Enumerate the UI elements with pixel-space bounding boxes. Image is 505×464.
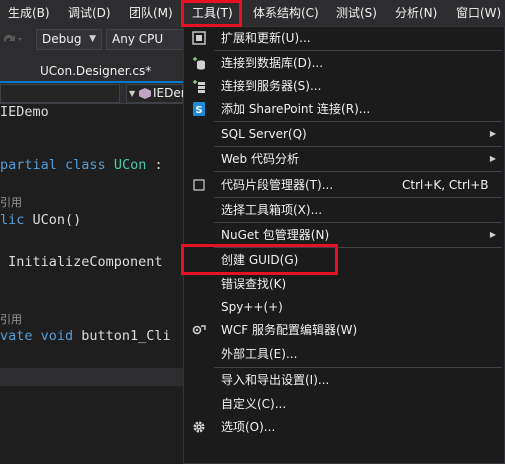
menu-item-external-tools[interactable]: 外部工具(E)... bbox=[184, 343, 504, 365]
menu-window[interactable]: 窗口(W) bbox=[456, 0, 501, 26]
menu-separator bbox=[214, 171, 502, 172]
menu-item-wcf-editor[interactable]: WCF 服务配置编辑器(W) bbox=[184, 319, 504, 341]
codelens-references[interactable]: 引用 bbox=[0, 311, 22, 327]
snippet-icon bbox=[192, 178, 206, 192]
menu-item-web-analysis[interactable]: Web 代码分析 ▶ bbox=[184, 148, 504, 170]
menu-item-label: Spy++(+) bbox=[221, 300, 283, 314]
menu-separator bbox=[214, 197, 502, 198]
method-icon bbox=[139, 88, 151, 99]
menu-item-connect-database[interactable]: 连接到数据库(D)... bbox=[184, 52, 504, 74]
submenu-arrow-icon: ▶ bbox=[489, 129, 496, 138]
menu-item-label: NuGet 包管理器(N) bbox=[221, 228, 330, 242]
menu-item-label: 选择工具箱项(X)... bbox=[221, 203, 323, 217]
menu-separator bbox=[214, 247, 502, 248]
menu-team[interactable]: 团队(M) bbox=[129, 0, 173, 26]
menu-item-error-lookup[interactable]: 错误查找(K) bbox=[184, 273, 504, 295]
menu-separator bbox=[214, 222, 502, 223]
extensions-icon bbox=[192, 31, 206, 45]
menu-item-label: 创建 GUID(G) bbox=[221, 253, 299, 267]
codelens-references[interactable]: 引用 bbox=[0, 194, 22, 210]
code-line-constructor: lic UCon() bbox=[0, 212, 81, 228]
menu-item-label: 选项(O)... bbox=[221, 420, 276, 434]
type-dropdown[interactable] bbox=[0, 84, 120, 103]
menu-item-label: 错误查找(K) bbox=[221, 277, 287, 291]
keyword: lic bbox=[0, 212, 25, 228]
menu-item-sql-server[interactable]: SQL Server(Q) ▶ bbox=[184, 123, 504, 145]
menu-tools[interactable]: 工具(T) bbox=[192, 0, 233, 26]
menu-item-create-guid[interactable]: 创建 GUID(G) bbox=[184, 249, 504, 271]
code-line-namespace: IEDemo bbox=[0, 104, 49, 120]
menu-architecture[interactable]: 体系结构(C) bbox=[253, 0, 319, 26]
menu-item-label: Web 代码分析 bbox=[221, 152, 299, 166]
menu-item-label: WCF 服务配置编辑器(W) bbox=[221, 323, 358, 337]
type-name: UCon bbox=[113, 157, 147, 173]
menu-item-spy[interactable]: Spy++(+) bbox=[184, 296, 504, 318]
menu-item-options[interactable]: 选项(O)... bbox=[184, 416, 504, 438]
menu-separator bbox=[214, 367, 502, 368]
member-dropdown[interactable]: ▼ IEDem bbox=[126, 84, 192, 103]
menu-item-label: 扩展和更新(U)... bbox=[221, 31, 311, 45]
chevron-down-icon: ▼ bbox=[129, 89, 136, 98]
menu-separator bbox=[214, 50, 502, 51]
menu-item-label: 自定义(C)... bbox=[221, 397, 287, 411]
config-dropdown[interactable]: Debug ▼ bbox=[36, 29, 102, 50]
gear-icon bbox=[192, 420, 206, 434]
menu-item-label: 连接到服务器(S)... bbox=[221, 79, 322, 93]
menu-item-label: 外部工具(E)... bbox=[221, 347, 298, 361]
menu-item-sharepoint[interactable]: S 添加 SharePoint 连接(R)... bbox=[184, 98, 504, 120]
menu-item-label: 代码片段管理器(T)... bbox=[221, 178, 334, 192]
menu-item-choose-toolbox[interactable]: 选择工具箱项(X)... bbox=[184, 199, 504, 221]
platform-value: Any CPU bbox=[112, 32, 164, 46]
menu-item-customize[interactable]: 自定义(C)... bbox=[184, 393, 504, 415]
database-add-icon bbox=[192, 56, 206, 70]
menu-test[interactable]: 测试(S) bbox=[336, 0, 377, 26]
redo-icon[interactable] bbox=[0, 30, 26, 48]
menu-debug[interactable]: 调试(D) bbox=[68, 0, 111, 26]
keyword: partial class bbox=[0, 157, 106, 173]
menu-item-connect-server[interactable]: 连接到服务器(S)... bbox=[184, 75, 504, 97]
menu-item-label: 添加 SharePoint 连接(R)... bbox=[221, 102, 371, 116]
wcf-config-icon bbox=[192, 323, 206, 337]
code-text: UCon() bbox=[24, 212, 82, 228]
menu-item-label: SQL Server(Q) bbox=[221, 127, 307, 141]
tab-title: UCon.Designer.cs* bbox=[40, 64, 152, 78]
keyword: vate void bbox=[0, 328, 74, 344]
submenu-arrow-icon: ▶ bbox=[489, 154, 496, 163]
code-text: : bbox=[146, 157, 163, 173]
submenu-arrow-icon: ▶ bbox=[489, 230, 496, 239]
menu-separator bbox=[214, 146, 502, 147]
code-line-handler: vate void button1_Cli bbox=[0, 328, 171, 344]
menu-item-label: 连接到数据库(D)... bbox=[221, 56, 324, 70]
menu-analyze[interactable]: 分析(N) bbox=[395, 0, 437, 26]
tab-ucon-designer[interactable]: UCon.Designer.cs* bbox=[0, 59, 182, 83]
menu-item-extensions[interactable]: 扩展和更新(U)... bbox=[184, 27, 504, 49]
menu-separator bbox=[214, 121, 502, 122]
menu-item-label: 导入和导出设置(I)... bbox=[221, 373, 330, 387]
svg-text:S: S bbox=[195, 105, 202, 116]
code-line-initialize: InitializeComponent bbox=[0, 254, 163, 270]
menu-build[interactable]: 生成(B) bbox=[8, 0, 50, 26]
tools-menu: 扩展和更新(U)... 连接到数据库(D)... 连接到服务器(S)... S … bbox=[183, 26, 505, 464]
menu-item-import-export[interactable]: 导入和导出设置(I)... bbox=[184, 369, 504, 391]
editor-scroll-bar[interactable] bbox=[0, 368, 183, 386]
menu-bar: 生成(B) 调试(D) 团队(M) 工具(T) 体系结构(C) 测试(S) 分析… bbox=[0, 0, 505, 26]
code-text: button1_Cli bbox=[73, 328, 171, 344]
code-line-class: partial class UCon : bbox=[0, 157, 163, 173]
platform-dropdown[interactable]: Any CPU bbox=[106, 29, 184, 50]
config-value: Debug bbox=[42, 32, 82, 46]
server-add-icon bbox=[192, 79, 206, 93]
menu-item-shortcut: Ctrl+K, Ctrl+B bbox=[402, 178, 489, 192]
chevron-down-icon: ▼ bbox=[89, 34, 96, 44]
menu-item-nuget[interactable]: NuGet 包管理器(N) ▶ bbox=[184, 224, 504, 246]
sharepoint-icon: S bbox=[192, 102, 206, 116]
menu-item-snippets-manager[interactable]: 代码片段管理器(T)... Ctrl+K, Ctrl+B bbox=[184, 174, 504, 196]
